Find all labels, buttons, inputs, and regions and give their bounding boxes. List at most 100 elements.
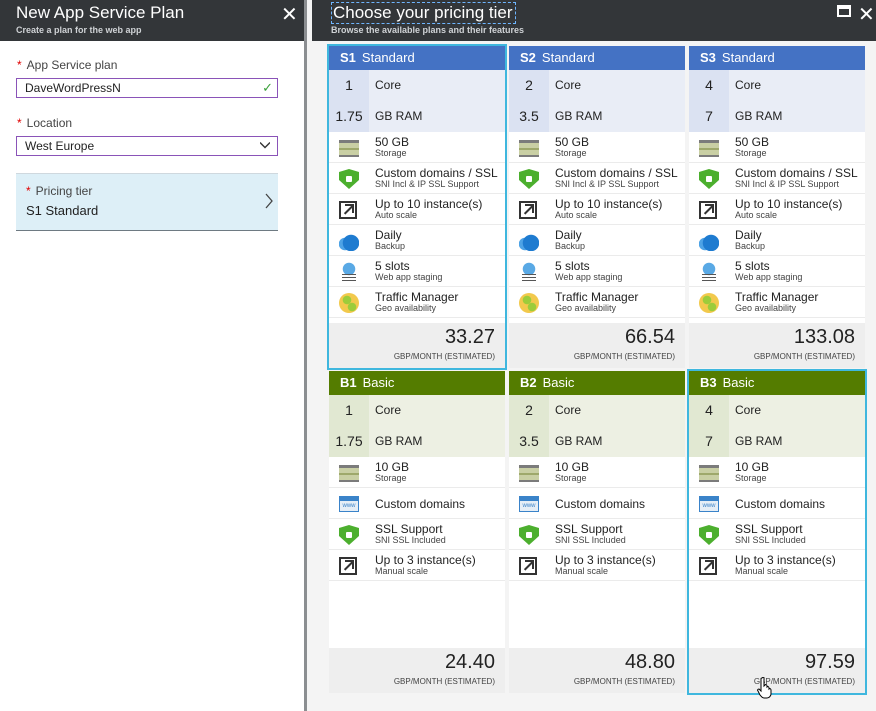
tier-card-b2[interactable]: B2 Basic 2 Core 3.5 GB RAM 10 GB Storage www Cust…	[509, 371, 685, 693]
core-spec-row: 2 Core	[509, 70, 685, 101]
ram-value: 7	[689, 101, 729, 132]
ram-spec-row: 3.5 GB RAM	[509, 101, 685, 132]
core-spec-row: 4 Core	[689, 70, 865, 101]
feature-row: Up to 10 instance(s) Auto scale	[329, 194, 505, 225]
feature-row: Custom domains / SSL SNI Incl & IP SSL Su…	[509, 163, 685, 194]
ram-label: GB RAM	[735, 109, 783, 123]
chevron-down-icon	[260, 142, 270, 149]
blade-title: New App Service Plan	[16, 3, 185, 22]
feature-title: 10 GB	[735, 460, 770, 474]
core-label: Core	[735, 403, 762, 417]
location-label: * Location	[17, 116, 72, 130]
www-icon: www	[339, 496, 359, 512]
feature-title: Daily	[375, 228, 402, 242]
feature-subtitle: Backup	[375, 241, 406, 251]
location-label-text: Location	[26, 116, 73, 130]
feature-title: Custom domains / SSL	[555, 166, 678, 180]
close-icon[interactable]: ✕	[281, 2, 298, 27]
feature-title: Up to 10 instance(s)	[735, 197, 843, 211]
backup-icon	[519, 231, 539, 251]
feature-subtitle: Geo availability	[555, 303, 617, 313]
app-service-plan-value: DaveWordPressN	[25, 81, 121, 95]
feature-row: Traffic Manager Geo availability	[689, 287, 865, 318]
feature-row: 5 slots Web app staging	[329, 256, 505, 287]
feature-row: www Custom domains	[509, 488, 685, 519]
feature-row: www Custom domains	[689, 488, 865, 519]
price-value: 66.54	[624, 326, 675, 348]
ram-label: GB RAM	[375, 109, 423, 123]
feature-title: Traffic Manager	[735, 290, 819, 304]
ram-label: GB RAM	[555, 109, 603, 123]
feature-subtitle: Auto scale	[735, 210, 778, 220]
backup-icon	[699, 231, 719, 251]
feature-title: 5 slots	[555, 259, 590, 273]
feature-subtitle: Manual scale	[555, 566, 609, 576]
blade-subtitle: Browse the available plans and their fea…	[331, 25, 525, 35]
feature-row: Custom domains / SSL SNI Incl & IP SSL Su…	[689, 163, 865, 194]
tier-card-s1[interactable]: S1 Standard 1 Core 1.75 GB RAM 50 GB Storage Cus…	[327, 44, 507, 370]
staging-slots-icon	[339, 262, 359, 282]
tier-code: B2	[520, 375, 537, 390]
ram-value: 1.75	[329, 101, 369, 132]
tier-card-b3[interactable]: B3 Basic 4 Core 7 GB RAM 10 GB Storage www Custom…	[687, 369, 867, 695]
tier-card-s2[interactable]: S2 Standard 2 Core 3.5 GB RAM 50 GB Storage Cust…	[509, 46, 685, 368]
ssl-shield-icon	[519, 525, 539, 545]
feature-subtitle: Auto scale	[375, 210, 418, 220]
ssl-shield-icon	[699, 525, 719, 545]
app-service-plan-input[interactable]: DaveWordPressN ✓	[16, 78, 278, 98]
storage-icon	[339, 465, 359, 482]
tier-name: Basic	[542, 375, 575, 390]
feature-row: Up to 3 instance(s) Manual scale	[509, 550, 685, 581]
checkmark-icon: ✓	[262, 80, 273, 95]
tier-name: Basic	[722, 375, 755, 390]
feature-row: 10 GB Storage	[689, 457, 865, 488]
feature-subtitle: Web app staging	[555, 272, 623, 282]
tier-card-b1[interactable]: B1 Basic 1 Core 1.75 GB RAM 10 GB Storage www Cus…	[329, 371, 505, 693]
location-select[interactable]: West Europe	[16, 136, 278, 156]
feature-subtitle: Storage	[735, 148, 767, 158]
pricing-tier-selector[interactable]: * Pricing tier S1 Standard	[16, 173, 278, 231]
feature-row: Up to 10 instance(s) Auto scale	[509, 194, 685, 225]
staging-slots-icon	[699, 262, 719, 282]
feature-title: Up to 3 instance(s)	[555, 553, 656, 567]
feature-row: SSL Support SNI SSL Included	[329, 519, 505, 550]
ram-label: GB RAM	[375, 434, 423, 448]
feature-subtitle: Web app staging	[735, 272, 803, 282]
app-service-plan-label-text: App Service plan	[26, 58, 118, 72]
feature-subtitle: SNI Incl & IP SSL Support	[375, 179, 480, 189]
feature-row: Up to 3 instance(s) Manual scale	[329, 550, 505, 581]
tier-header: S1 Standard	[329, 46, 505, 70]
globe-icon	[699, 293, 719, 313]
feature-subtitle: SNI SSL Included	[375, 535, 446, 545]
ram-spec-row: 1.75 GB RAM	[329, 426, 505, 457]
scale-icon	[339, 557, 357, 575]
storage-icon	[339, 140, 359, 157]
pricing-tier-value: S1 Standard	[26, 203, 99, 218]
globe-icon	[339, 293, 359, 313]
feature-subtitle: Geo availability	[375, 303, 437, 313]
tier-code: B3	[700, 375, 717, 390]
maximize-icon[interactable]	[837, 5, 851, 17]
feature-subtitle: Storage	[375, 473, 407, 483]
required-marker: *	[17, 116, 22, 130]
tier-code: B1	[340, 375, 357, 390]
feature-title: Custom domains / SSL	[735, 166, 858, 180]
blade-subtitle: Create a plan for the web app	[16, 25, 142, 35]
tier-name: Standard	[541, 50, 595, 65]
core-label: Core	[555, 403, 582, 417]
feature-row: Up to 10 instance(s) Auto scale	[689, 194, 865, 225]
feature-row: Traffic Manager Geo availability	[329, 287, 505, 318]
feature-row: 50 GB Storage	[509, 132, 685, 163]
core-value: 2	[509, 70, 549, 101]
feature-title: SSL Support	[555, 522, 623, 536]
feature-title: Up to 10 instance(s)	[555, 197, 663, 211]
tier-card-s3[interactable]: S3 Standard 4 Core 7 GB RAM 50 GB Storage Custom…	[689, 46, 865, 368]
new-app-service-plan-blade: New App Service Plan Create a plan for t…	[0, 0, 304, 711]
feature-row: Traffic Manager Geo availability	[509, 287, 685, 318]
ssl-shield-icon	[519, 169, 539, 189]
price-value: 48.80	[624, 651, 675, 673]
close-icon[interactable]: ✕	[858, 2, 875, 27]
globe-icon	[519, 293, 539, 313]
feature-subtitle: SNI Incl & IP SSL Support	[735, 179, 840, 189]
core-spec-row: 1 Core	[329, 395, 505, 426]
